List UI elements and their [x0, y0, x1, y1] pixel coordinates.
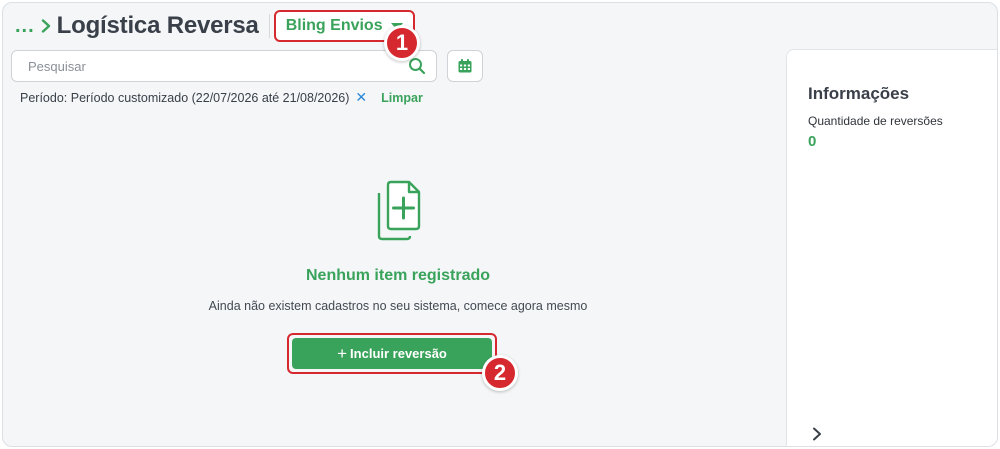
add-reversal-highlight: + Incluir reversão — [287, 333, 497, 374]
calendar-icon — [458, 59, 472, 73]
empty-state-title: Nenhum item registrado — [305, 267, 491, 284]
page-header: ... Logística Reversa Bling Envios — [15, 9, 415, 43]
filter-period-text: Período: Período customizado (22/07/2026… — [20, 90, 350, 105]
account-dropdown-label: Bling Envios — [285, 17, 383, 34]
empty-state: Nenhum item registrado Ainda não existem… — [13, 179, 783, 313]
remove-filter-icon[interactable]: ✕ — [355, 89, 367, 106]
clear-filters-link[interactable]: Limpar — [381, 91, 423, 105]
reversal-count-value: 0 — [808, 133, 817, 150]
callout-badge-2: 2 — [482, 355, 518, 391]
add-reversal-label: Incluir reversão — [350, 346, 447, 361]
plus-icon: + — [337, 344, 348, 363]
callout-badge-1: 1 — [384, 25, 420, 61]
breadcrumb-ellipsis[interactable]: ... — [15, 15, 35, 38]
calendar-button[interactable] — [447, 50, 483, 82]
search-input[interactable] — [12, 51, 408, 81]
search-box — [11, 50, 437, 82]
chevron-right-icon[interactable] — [809, 426, 825, 442]
app-frame: ... Logística Reversa Bling Envios Pesqu… — [2, 2, 998, 447]
info-panel-title: Informações — [808, 84, 910, 103]
add-document-icon — [377, 180, 421, 241]
reversal-count-label: Quantidade de reversões — [808, 114, 943, 128]
add-reversal-button[interactable]: + Incluir reversão — [292, 338, 492, 369]
info-panel: Informações Quantidade de reversões 0 — [786, 49, 997, 446]
header-divider — [268, 14, 270, 38]
page-title: Logística Reversa — [56, 12, 259, 39]
chevron-right-icon — [41, 19, 50, 33]
search-icon[interactable] — [408, 57, 426, 75]
empty-state-subtitle: Ainda não existem cadastros no seu siste… — [208, 299, 588, 313]
active-filter: Período: Período customizado (22/07/2026… — [20, 89, 423, 106]
